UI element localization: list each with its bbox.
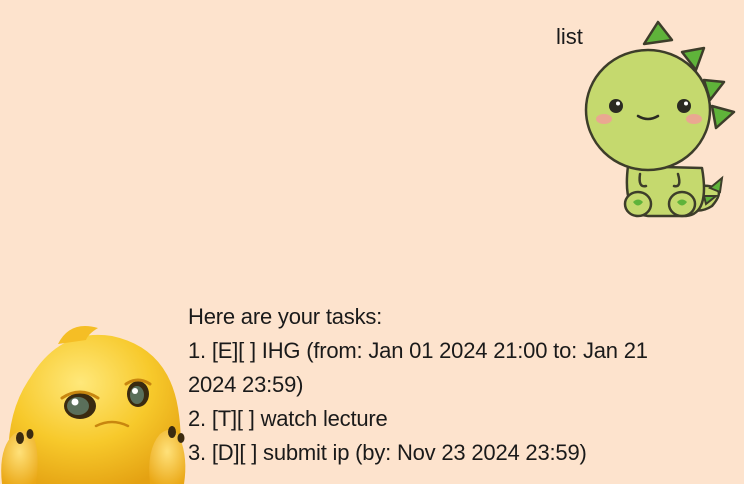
chat-area: list Here are your tasks: 1. [E][] IHG …: [0, 0, 744, 484]
bot-message-text: Here are your tasks: 1. [E][ ] IHG (from…: [188, 300, 728, 470]
bot-message-line: 1. [E][ ] IHG (from: Jan 01 2024 21:00 t…: [188, 338, 648, 363]
yellow-creature-avatar-icon: [1, 326, 186, 484]
bot-message-line: Here are your tasks:: [188, 304, 383, 329]
bot-message: Here are your tasks: 1. [E][ ] IHG (from…: [0, 290, 744, 484]
bot-message-line: 3. [D][ ] submit ip (by: Nov 23 2024 23:…: [188, 440, 587, 465]
green-dinosaur-avatar-icon: [584, 20, 736, 218]
bot-message-line: 2024 23:59): [188, 372, 304, 397]
user-message-text: list: [556, 24, 583, 49]
user-message: list: [0, 0, 744, 230]
bot-message-line: 2. [T][ ] watch lecture: [188, 406, 388, 431]
